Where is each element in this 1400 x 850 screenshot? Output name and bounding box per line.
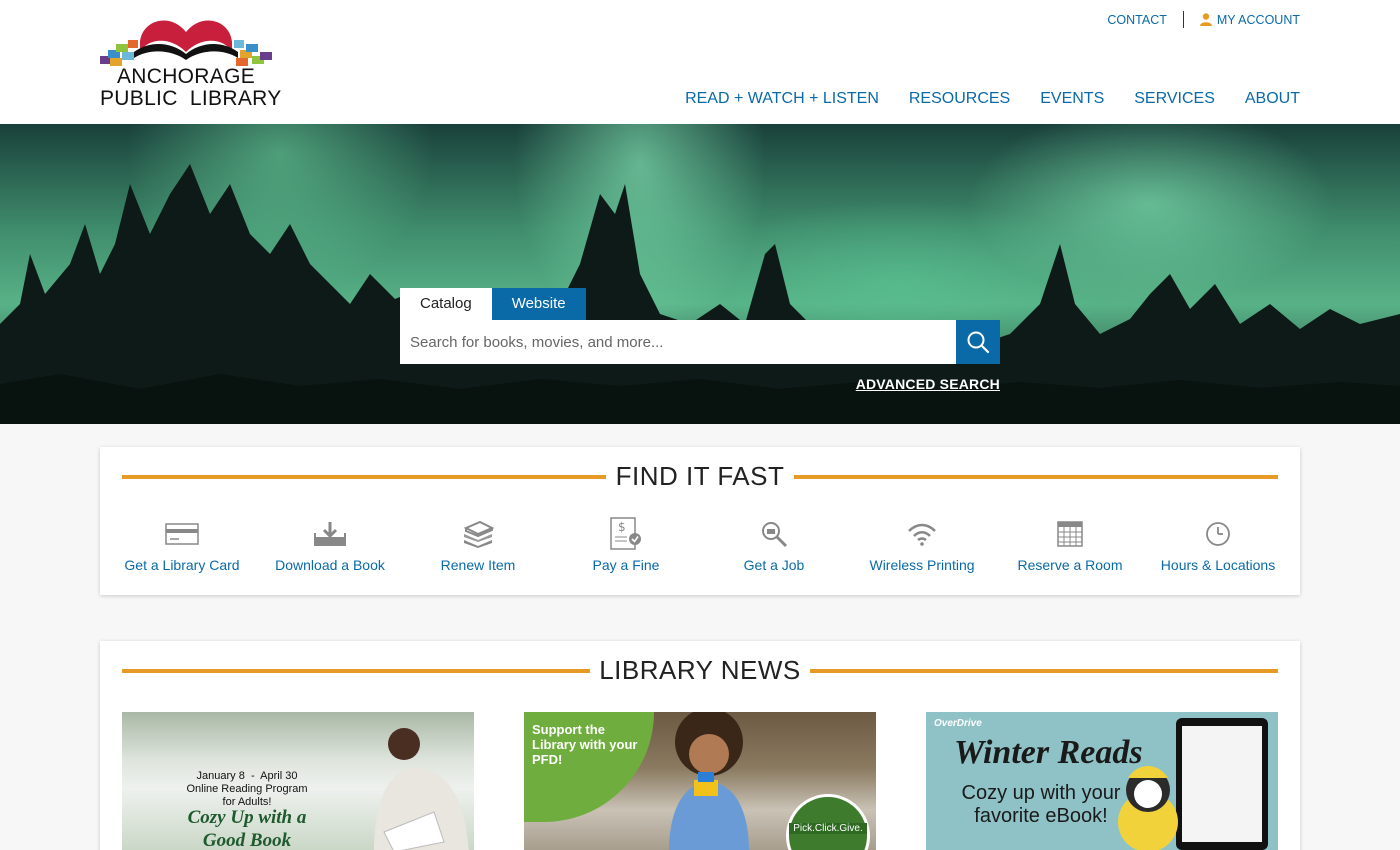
news-cards: January 8 - April 30 Online Reading Prog…: [122, 712, 1278, 850]
bill-icon: $: [610, 517, 641, 550]
library-card-icon: [165, 523, 199, 545]
my-account-link[interactable]: MY ACCOUNT: [1199, 12, 1300, 27]
open-book-logo-icon: [100, 20, 272, 66]
tab-website[interactable]: Website: [491, 288, 586, 320]
reading-program-headline: Cozy Up with a Good Book: [142, 806, 352, 850]
advanced-search-link[interactable]: ADVANCED SEARCH: [856, 376, 1000, 392]
search-widget: Catalog Website ADVANCED SEARCH: [400, 288, 1000, 392]
clock-icon: [1206, 522, 1230, 546]
news-card-reading-program[interactable]: January 8 - April 30 Online Reading Prog…: [122, 712, 474, 850]
find-it-fast-heading: FIND IT FAST: [122, 461, 1278, 491]
quick-link-label: Get a Job: [743, 557, 805, 573]
books-stack-icon: [463, 520, 494, 548]
forest-silhouette-image: [0, 164, 1400, 424]
quick-links: Get a Library Card Download a Book Renew…: [108, 517, 1292, 573]
reading-program-date-range: January 8 - April 30: [196, 770, 298, 782]
library-news-heading: LIBRARY NEWS: [122, 655, 1278, 685]
reading-man-image: [374, 728, 469, 850]
main-navigation: READ + WATCH + LISTEN RESOURCES EVENTS S…: [685, 90, 1300, 108]
quick-link-download-book[interactable]: Download a Book: [256, 517, 404, 573]
quick-link-label: Renew Item: [440, 557, 516, 573]
headline-line1: Cozy Up with a: [187, 807, 307, 828]
library-name-line1: ANCHORAGE: [116, 65, 256, 88]
hero-banner: Catalog Website ADVANCED SEARCH: [0, 124, 1400, 424]
quick-link-reserve-room[interactable]: Reserve a Room: [996, 517, 1144, 573]
find-it-fast-panel: FIND IT FAST Get a Library Card Download…: [100, 447, 1300, 595]
library-news-panel: LIBRARY NEWS January 8 - April 30 Online…: [100, 641, 1300, 850]
magnifier-icon: [762, 522, 788, 548]
reading-program-subtitle: Online Reading Program: [186, 783, 308, 795]
headline-line2: Good Book: [202, 830, 292, 850]
quick-link-get-job[interactable]: Get a Job: [700, 517, 848, 573]
contact-link[interactable]: CONTACT: [1107, 13, 1167, 27]
pick-click-give-label: Pick.Click.Give.: [789, 823, 867, 834]
reading-program-dates: January 8 - April 30 Online Reading Prog…: [152, 770, 342, 809]
search-input[interactable]: [400, 320, 956, 364]
quick-link-label: Get a Library Card: [124, 557, 240, 573]
pick-click-give-badge: Pick.Click.Give.: [786, 794, 870, 850]
quick-link-label: Hours & Locations: [1160, 557, 1276, 573]
quick-link-hours-locations[interactable]: Hours & Locations: [1144, 517, 1292, 573]
search-icon: [967, 331, 990, 354]
pfd-headline: Support the Library with your PFD!: [532, 722, 638, 767]
ereader-tablet-image: [1176, 718, 1268, 850]
quick-link-pay-fine[interactable]: $ Pay a Fine: [552, 517, 700, 573]
nav-resources[interactable]: RESOURCES: [909, 90, 1010, 108]
divider: [1182, 11, 1184, 28]
news-card-winter-reads[interactable]: OverDrive Winter Reads Cozy up with your…: [926, 712, 1278, 850]
site-header: ANCHORAGE PUBLIC LIBRARY CONTACT MY ACCO…: [0, 0, 1400, 124]
quick-link-label: Download a Book: [275, 557, 385, 573]
quick-link-renew-item[interactable]: Renew Item: [404, 517, 552, 573]
news-card-pfd[interactable]: Support the Library with your PFD! Pick.…: [524, 712, 876, 850]
search-row: [400, 320, 1000, 364]
overdrive-logo: OverDrive: [934, 718, 982, 729]
quick-link-label: Pay a Fine: [592, 557, 660, 573]
library-news-title: LIBRARY NEWS: [599, 655, 801, 685]
search-button[interactable]: [956, 320, 1000, 364]
child-with-lego-image: [669, 712, 749, 850]
library-name-line2: PUBLIC LIBRARY: [100, 87, 282, 110]
nav-events[interactable]: EVENTS: [1040, 90, 1104, 108]
find-it-fast-title: FIND IT FAST: [615, 461, 785, 491]
tab-catalog[interactable]: Catalog: [400, 288, 492, 320]
wifi-icon: [908, 523, 936, 546]
library-logo[interactable]: ANCHORAGE PUBLIC LIBRARY: [100, 12, 282, 112]
my-account-label: MY ACCOUNT: [1216, 12, 1300, 27]
search-tabs: Catalog Website: [400, 288, 1000, 320]
library-name: ANCHORAGE PUBLIC LIBRARY: [100, 65, 282, 110]
penguin-illustration: [1118, 766, 1178, 850]
quick-link-label: Wireless Printing: [869, 557, 975, 573]
user-icon: [1199, 13, 1212, 26]
calendar-icon: [1057, 521, 1083, 547]
download-icon: [314, 522, 346, 546]
utility-links: CONTACT MY ACCOUNT: [1107, 11, 1300, 28]
nav-read-watch-listen[interactable]: READ + WATCH + LISTEN: [685, 90, 879, 108]
quick-link-library-card[interactable]: Get a Library Card: [108, 517, 256, 573]
quick-link-wireless-printing[interactable]: Wireless Printing: [848, 517, 996, 573]
quick-link-label: Reserve a Room: [1017, 557, 1123, 573]
nav-services[interactable]: SERVICES: [1134, 90, 1215, 108]
svg-text:$: $: [618, 520, 626, 534]
nav-about[interactable]: ABOUT: [1245, 90, 1300, 108]
